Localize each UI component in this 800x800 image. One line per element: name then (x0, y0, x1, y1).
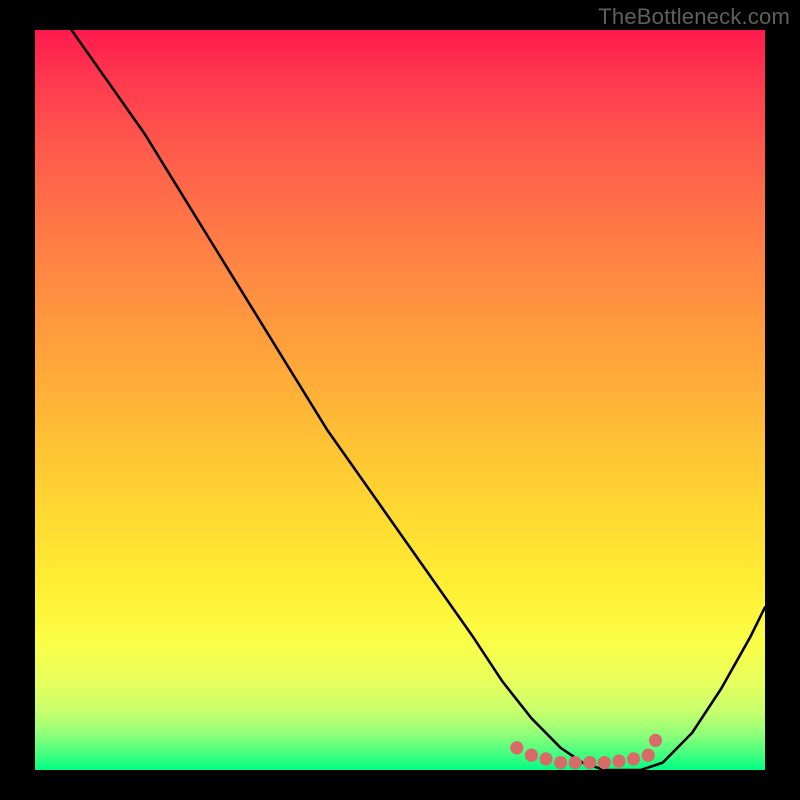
curve-path (72, 30, 766, 770)
marker-dot (627, 752, 640, 765)
marker-dot (598, 756, 611, 769)
marker-dot (583, 756, 596, 769)
marker-dot (569, 756, 582, 769)
curve-svg (35, 30, 765, 770)
marker-group (510, 734, 662, 770)
marker-dot (539, 752, 552, 765)
marker-dot (510, 741, 523, 754)
marker-dot (612, 754, 625, 767)
marker-dot (525, 749, 538, 762)
chart-frame: TheBottleneck.com (0, 0, 800, 800)
marker-dot (649, 734, 662, 747)
watermark-text: TheBottleneck.com (598, 4, 790, 30)
marker-dot (642, 749, 655, 762)
marker-dot (554, 756, 567, 769)
plot-area (35, 30, 765, 770)
